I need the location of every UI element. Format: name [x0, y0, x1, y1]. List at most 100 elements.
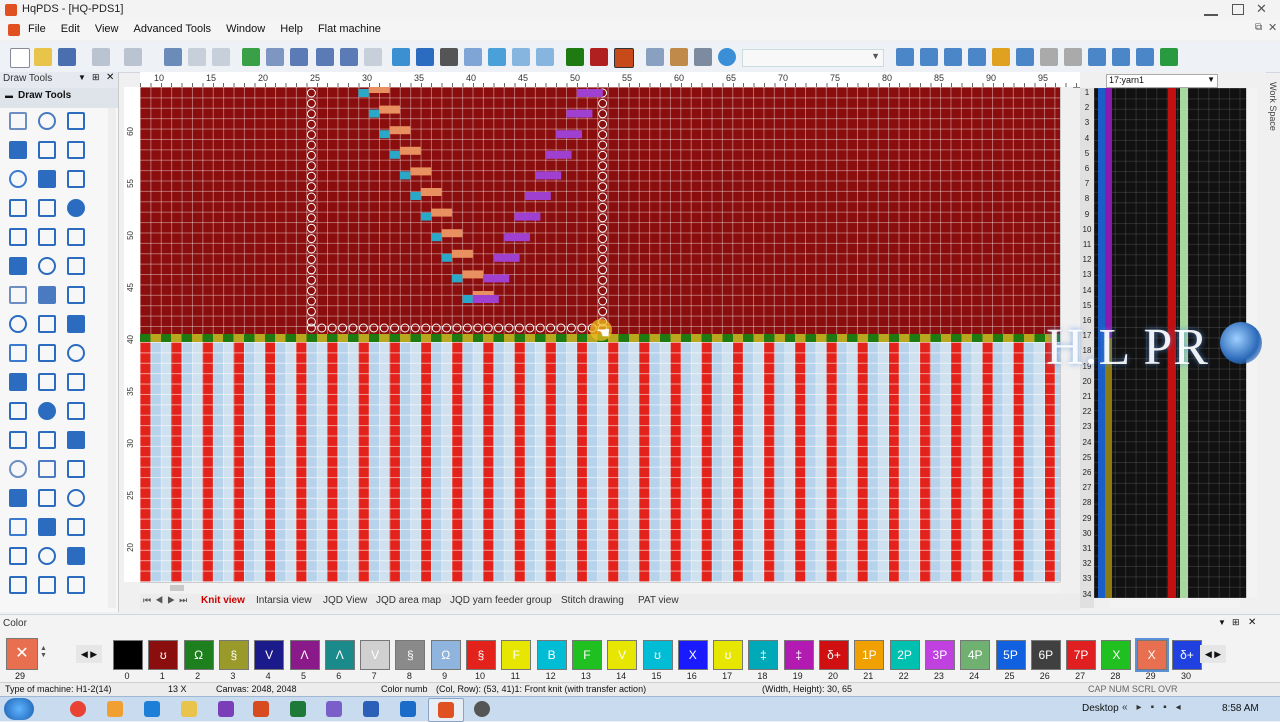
align-h-tool-icon[interactable]	[9, 431, 27, 449]
move-icon[interactable]	[316, 48, 334, 66]
mdi-restore-icon[interactable]: ⧉	[1255, 22, 1262, 33]
pencil-tool-icon[interactable]	[67, 112, 85, 130]
menu-view[interactable]: View	[95, 20, 119, 35]
tools-icon[interactable]	[968, 48, 986, 66]
color-swatch[interactable]: §	[218, 640, 249, 670]
start-button[interactable]	[4, 698, 34, 720]
toolbar-dropdown[interactable]: ▼	[742, 49, 884, 67]
menu-window[interactable]: Window	[226, 20, 265, 35]
frame-tool-icon[interactable]	[9, 518, 27, 536]
rows-tool-icon[interactable]	[9, 344, 27, 362]
color-swatch[interactable]: V	[360, 640, 391, 670]
diamond-tool-icon[interactable]	[9, 228, 27, 246]
stack-tool-icon[interactable]	[67, 460, 85, 478]
color-swatch[interactable]: 5P	[995, 640, 1026, 670]
dock-icon[interactable]: ⊞	[92, 72, 100, 83]
color-swatch[interactable]: 3P	[924, 640, 955, 670]
flip-icon[interactable]	[536, 48, 554, 66]
tab-knit-view[interactable]: Knit view	[201, 595, 245, 606]
wand-tool-icon[interactable]	[67, 344, 85, 362]
color-swatch[interactable]: Λ	[324, 640, 355, 670]
color-swatch[interactable]: §	[395, 640, 426, 670]
color-swatch[interactable]: Ω	[183, 640, 214, 670]
curve-icon[interactable]	[340, 48, 358, 66]
zoom-tool-icon[interactable]	[9, 547, 27, 565]
bars-v-tool-icon[interactable]	[67, 431, 85, 449]
open-folder-icon[interactable]	[34, 48, 52, 66]
compress-icon[interactable]	[1112, 48, 1130, 66]
bucket-tool-icon[interactable]	[9, 373, 27, 391]
tool-icon[interactable]	[1016, 48, 1034, 66]
menu-edit[interactable]: Edit	[61, 20, 80, 35]
canvas-horizontal-scrollbar[interactable]	[140, 582, 1060, 593]
align-tool-icon[interactable]	[67, 402, 85, 420]
collapse-icon[interactable]: ▬	[5, 91, 13, 100]
paste-icon[interactable]	[212, 48, 230, 66]
tab-jqd-area-map[interactable]: JQD area map	[376, 595, 441, 606]
tab-jqd-view[interactable]: JQD View	[323, 595, 367, 606]
color-swatch[interactable]: §	[466, 640, 496, 670]
color-swatch[interactable]: Ω	[430, 640, 461, 670]
cloud-tool-icon[interactable]	[38, 547, 56, 565]
tab-pat-view[interactable]: PAT view	[638, 595, 679, 606]
copy-tool-icon[interactable]	[38, 402, 56, 420]
doc-tool-icon[interactable]	[38, 489, 56, 507]
gear-icon[interactable]	[392, 48, 410, 66]
color-swatch[interactable]: 7P	[1066, 640, 1097, 670]
align-top-icon[interactable]	[896, 48, 914, 66]
color-swatch[interactable]	[113, 640, 143, 670]
color-swatch[interactable]: ‡	[748, 640, 779, 670]
tab-nav-arrows-icon[interactable]: ⏮◀▶⏭	[143, 595, 191, 606]
circle-tool-icon[interactable]	[38, 257, 56, 275]
mdi-close-icon[interactable]: ✕	[1268, 21, 1277, 34]
move-tool-icon[interactable]	[38, 460, 56, 478]
color-scroll-right[interactable]: ◀ ▶	[1200, 645, 1226, 663]
unlock-icon[interactable]	[1064, 48, 1082, 66]
undo-icon[interactable]	[92, 48, 110, 66]
color-swatch[interactable]: X	[1101, 640, 1132, 670]
align-v-tool-icon[interactable]	[38, 431, 56, 449]
grid-tool-icon[interactable]	[38, 344, 56, 362]
rect-tool-icon[interactable]	[9, 170, 27, 188]
tab-intarsia-view[interactable]: Intarsia view	[256, 595, 312, 606]
shape-tool-icon[interactable]	[67, 576, 85, 594]
copy-area-icon[interactable]	[464, 48, 482, 66]
filled-circle-tool-icon[interactable]	[67, 257, 85, 275]
list-icon[interactable]	[646, 48, 664, 66]
eraser-2-tool-icon[interactable]	[9, 257, 27, 275]
ellipse-tool-icon[interactable]	[38, 199, 56, 217]
chrome-icon[interactable]	[70, 701, 86, 717]
color-swatch[interactable]: F	[501, 640, 532, 670]
color-swatch[interactable]: ʊ	[713, 640, 744, 670]
polyline-tool-icon[interactable]	[9, 141, 27, 159]
doc-2-tool-icon[interactable]	[67, 489, 85, 507]
pointer-tool-icon[interactable]	[9, 576, 27, 594]
panel-close-icon[interactable]: ✕	[106, 72, 114, 83]
excel-icon[interactable]	[290, 701, 306, 717]
menu-file[interactable]: File	[28, 20, 46, 35]
grid-icon[interactable]	[242, 48, 260, 66]
minimize-icon[interactable]	[1204, 4, 1218, 16]
expand-icon[interactable]	[1088, 48, 1106, 66]
bucket-2-tool-icon[interactable]	[38, 373, 56, 391]
refresh-tool-icon[interactable]	[67, 518, 85, 536]
restore-icon[interactable]	[1232, 4, 1244, 15]
select-icon[interactable]	[290, 48, 308, 66]
onenote-icon[interactable]	[218, 701, 234, 717]
rounded-rect-tool-icon[interactable]	[9, 199, 27, 217]
scroll-thumb[interactable]	[170, 585, 184, 591]
ruler-icon[interactable]	[266, 48, 284, 66]
menu-advanced-tools[interactable]: Advanced Tools	[134, 20, 211, 35]
color-swatch[interactable]: ʊ	[148, 640, 179, 670]
color-swatch[interactable]: V	[254, 640, 285, 670]
color-swatch[interactable]: ‡	[783, 640, 814, 670]
key-icon[interactable]	[992, 48, 1010, 66]
text-tool-icon[interactable]	[38, 286, 56, 304]
mirror-icon[interactable]	[512, 48, 530, 66]
color-swatch[interactable]: ʊ	[642, 640, 673, 670]
copy-icon[interactable]	[188, 48, 206, 66]
pin-icon[interactable]: ▼	[78, 73, 86, 82]
filled-diamond-tool-icon[interactable]	[38, 228, 56, 246]
image-tool-icon[interactable]	[67, 547, 85, 565]
powerpoint-icon[interactable]	[253, 701, 269, 717]
